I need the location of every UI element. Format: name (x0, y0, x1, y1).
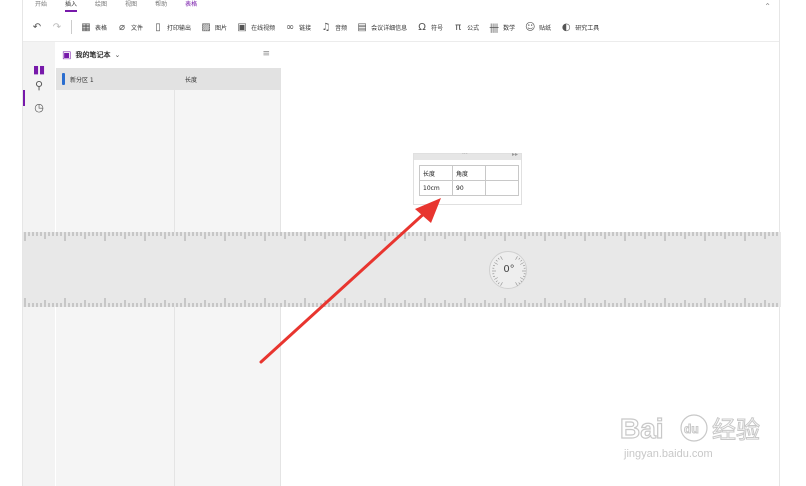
svg-text:Bai: Bai (620, 413, 664, 444)
arrow-shaft (259, 208, 430, 364)
onenote-window: 开始 插入 绘图 视图 帮助 表格 ⌃ ↶ ↷ ▦ 表格 ⌀ 文件 ▯ 打印输出 ▨ 图片 ▣ 在… (22, 0, 781, 486)
baidu-logo: Bai du 经验 (620, 412, 761, 444)
watermark-url: jingyan.baidu.com (624, 448, 713, 460)
svg-text:du: du (684, 422, 699, 436)
svg-text:经验: 经验 (712, 416, 760, 444)
watermark: Bai du 经验 jingyan.baidu.com (620, 400, 790, 470)
